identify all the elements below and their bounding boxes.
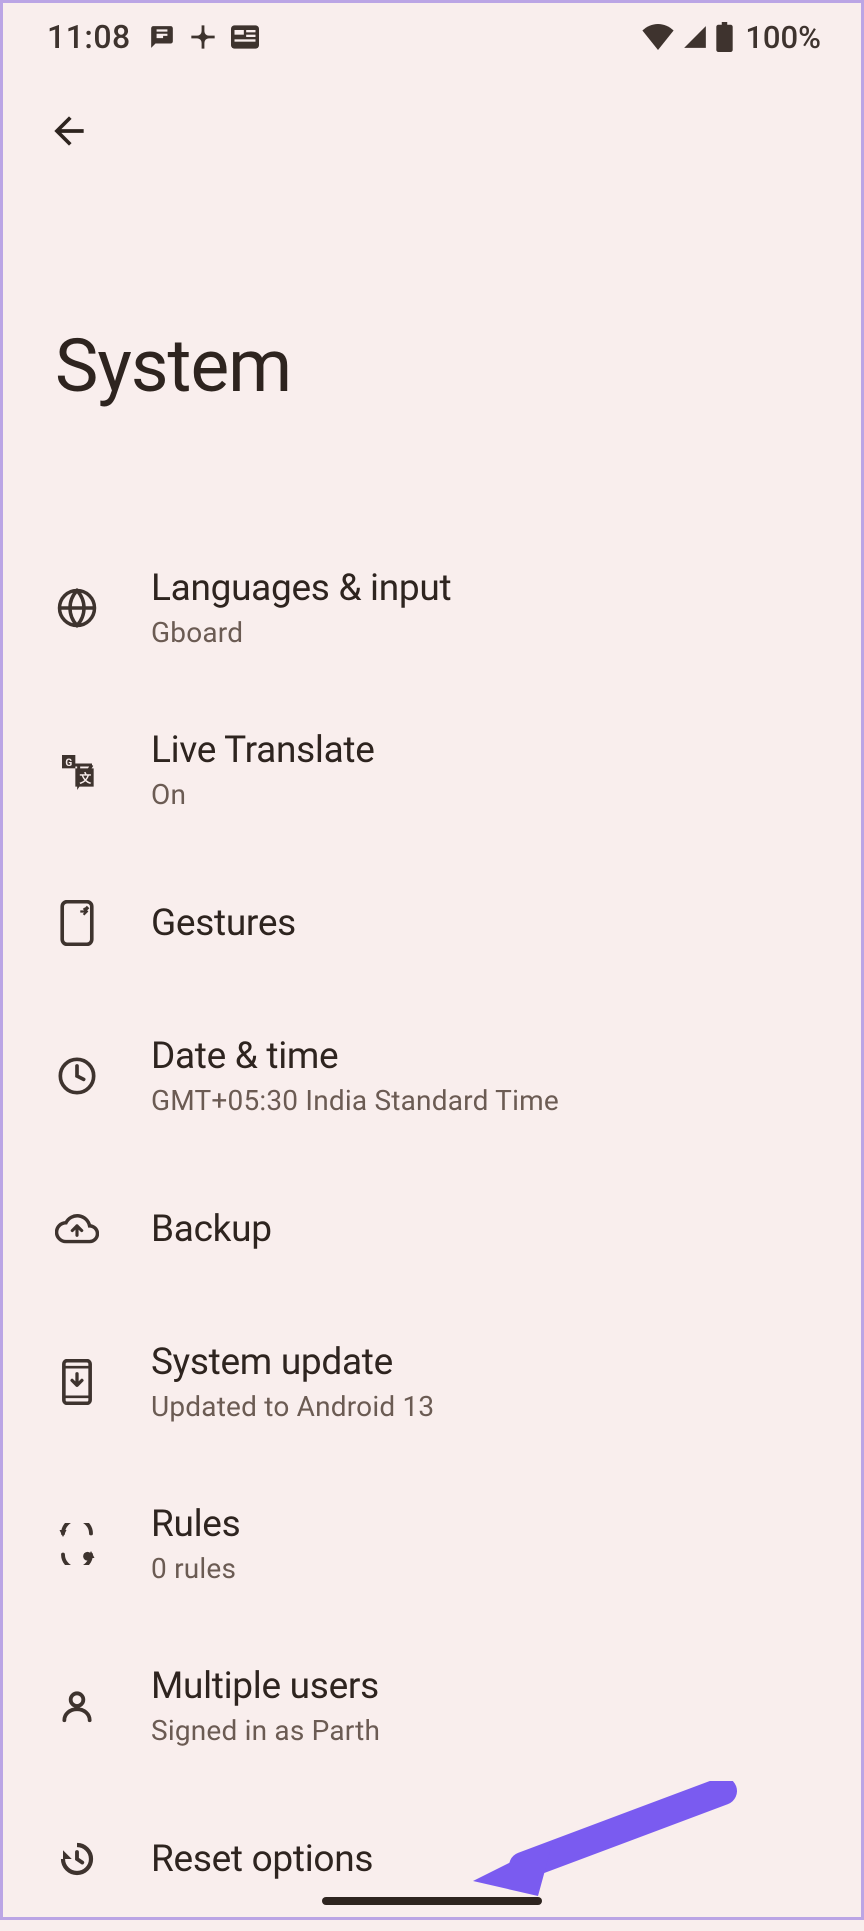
rules-icon (55, 1522, 99, 1566)
clock-icon (55, 1054, 99, 1098)
settings-item-live-translate[interactable]: G文 Live Translate On (3, 689, 861, 851)
status-notification-icons (149, 23, 259, 51)
status-time: 11:08 (47, 18, 131, 56)
item-title: Backup (151, 1208, 272, 1251)
cloud-upload-icon (55, 1207, 99, 1251)
news-icon (231, 25, 259, 49)
globe-icon (55, 586, 99, 630)
settings-list: Languages & input Gboard G文 Live Transla… (3, 409, 861, 1931)
battery-percentage: 100% (745, 19, 821, 56)
svg-text:文: 文 (79, 772, 92, 786)
item-title: Languages & input (151, 567, 451, 610)
item-title: Live Translate (151, 729, 375, 772)
settings-item-backup[interactable]: Backup (3, 1157, 861, 1301)
item-subtitle: GMT+05:30 India Standard Time (151, 1084, 559, 1117)
item-title: Rules (151, 1503, 240, 1546)
item-title: Gestures (151, 902, 296, 945)
person-icon (55, 1684, 99, 1728)
battery-icon (716, 22, 733, 52)
reset-icon (55, 1837, 99, 1881)
settings-item-multiple-users[interactable]: Multiple users Signed in as Parth (3, 1625, 861, 1787)
item-subtitle: 0 rules (151, 1552, 240, 1585)
item-subtitle: Gboard (151, 616, 451, 649)
item-title: Date & time (151, 1035, 559, 1078)
status-bar: 11:08 100% (3, 3, 861, 71)
svg-text:G: G (65, 758, 72, 769)
settings-item-gestures[interactable]: Gestures (3, 851, 861, 995)
photos-icon (189, 23, 217, 51)
settings-item-languages-input[interactable]: Languages & input Gboard (3, 527, 861, 689)
settings-item-date-time[interactable]: Date & time GMT+05:30 India Standard Tim… (3, 995, 861, 1157)
gestures-icon (55, 901, 99, 945)
messages-icon (149, 24, 175, 50)
item-title: Reset options (151, 1838, 373, 1881)
status-right: 100% (642, 19, 821, 56)
system-update-icon (55, 1360, 99, 1404)
item-title: Multiple users (151, 1665, 380, 1708)
item-title: System update (151, 1341, 434, 1384)
item-subtitle: On (151, 778, 375, 811)
arrow-back-icon (47, 109, 91, 153)
app-bar (3, 71, 861, 163)
gesture-nav-handle[interactable] (322, 1897, 542, 1905)
settings-item-reset-options[interactable]: Reset options (3, 1787, 861, 1931)
status-left: 11:08 (47, 18, 259, 56)
wifi-icon (642, 24, 674, 50)
page-title: System (3, 163, 861, 409)
settings-item-system-update[interactable]: System update Updated to Android 13 (3, 1301, 861, 1463)
back-button[interactable] (37, 99, 101, 163)
signal-icon (682, 24, 708, 50)
item-subtitle: Updated to Android 13 (151, 1390, 434, 1423)
translate-icon: G文 (55, 748, 99, 792)
settings-item-rules[interactable]: Rules 0 rules (3, 1463, 861, 1625)
item-subtitle: Signed in as Parth (151, 1714, 380, 1747)
